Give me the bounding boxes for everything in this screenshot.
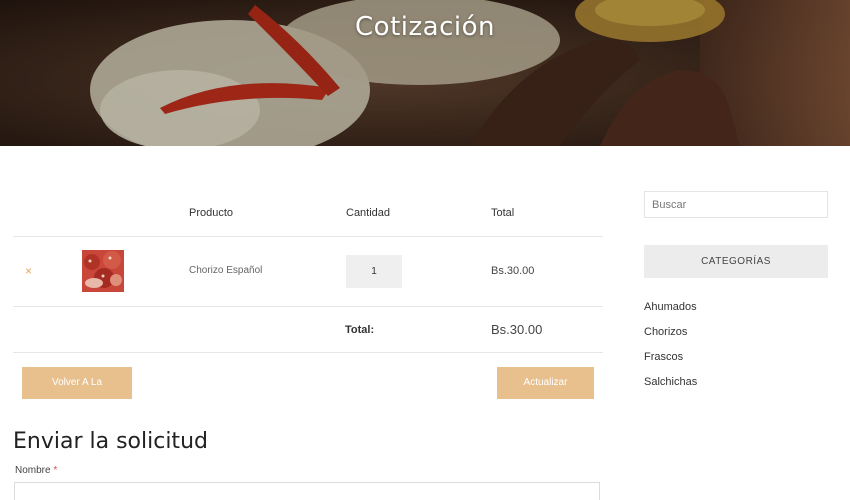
name-field[interactable] xyxy=(14,482,600,500)
request-form-title: Enviar la solicitud xyxy=(13,429,208,454)
table-header-row: Producto Cantidad Total xyxy=(13,190,603,237)
category-link-salchichas[interactable]: Salchichas xyxy=(644,375,697,400)
hero-banner: Cotización xyxy=(0,0,850,146)
update-list-button[interactable]: Actualizar Lista xyxy=(497,367,594,420)
line-total: Bs.30.00 xyxy=(491,265,535,277)
total-value: Bs.30.00 xyxy=(491,322,543,337)
header-quantity: Cantidad xyxy=(346,207,391,219)
category-link-chorizos[interactable]: Chorizos xyxy=(644,325,697,350)
categories-header: CATEGORÍAS xyxy=(644,245,828,278)
header-product: Producto xyxy=(189,207,234,219)
header-total: Total xyxy=(491,207,515,219)
category-link-ahumados[interactable]: Ahumados xyxy=(644,300,697,325)
table-row: × Chorizo Español Bs.30.00 xyxy=(13,237,603,307)
return-to-shop-button[interactable]: Volver A La Tienda xyxy=(22,367,132,420)
page-title: Cotización xyxy=(355,12,495,42)
required-mark: * xyxy=(53,465,58,476)
product-thumbnail[interactable] xyxy=(82,250,124,292)
remove-item-button[interactable]: × xyxy=(25,264,32,278)
category-link-frascos[interactable]: Frascos xyxy=(644,350,697,375)
quantity-input[interactable] xyxy=(346,255,402,288)
total-row: Total: Bs.30.00 xyxy=(13,307,603,353)
chorizo-image xyxy=(82,250,124,292)
categories-list: Ahumados Chorizos Frascos Salchichas xyxy=(644,300,697,400)
search-input[interactable] xyxy=(644,191,828,218)
total-label: Total: xyxy=(345,324,375,336)
product-name-link[interactable]: Chorizo Español xyxy=(189,265,262,276)
name-field-label: Nombre * xyxy=(15,465,57,476)
name-label-text: Nombre xyxy=(15,465,51,476)
